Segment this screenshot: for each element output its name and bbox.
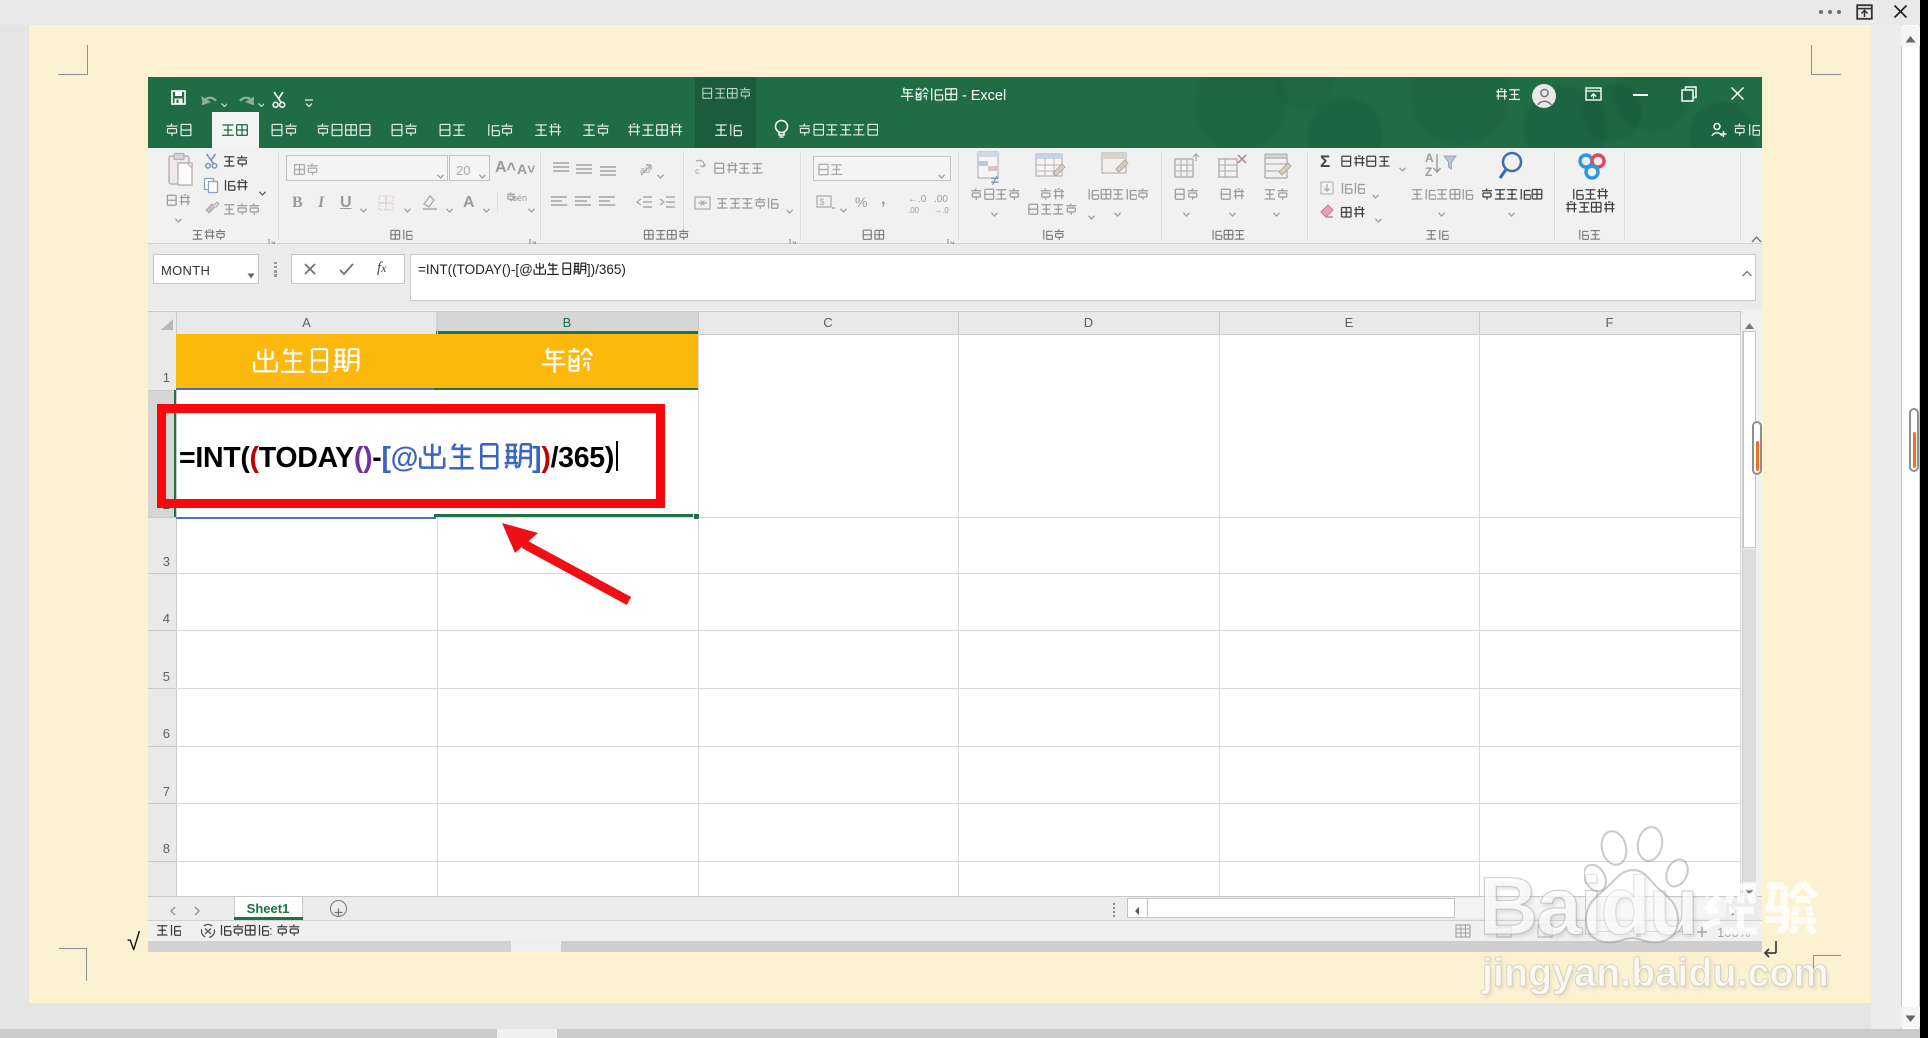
svg-text:A: A [1425,151,1434,165]
svg-text:Z: Z [1425,165,1432,179]
svg-text:ab: ab [640,165,650,175]
svg-text:c: c [695,166,700,176]
svg-text:$: $ [820,197,825,207]
svg-text:≠: ≠ [991,172,999,187]
